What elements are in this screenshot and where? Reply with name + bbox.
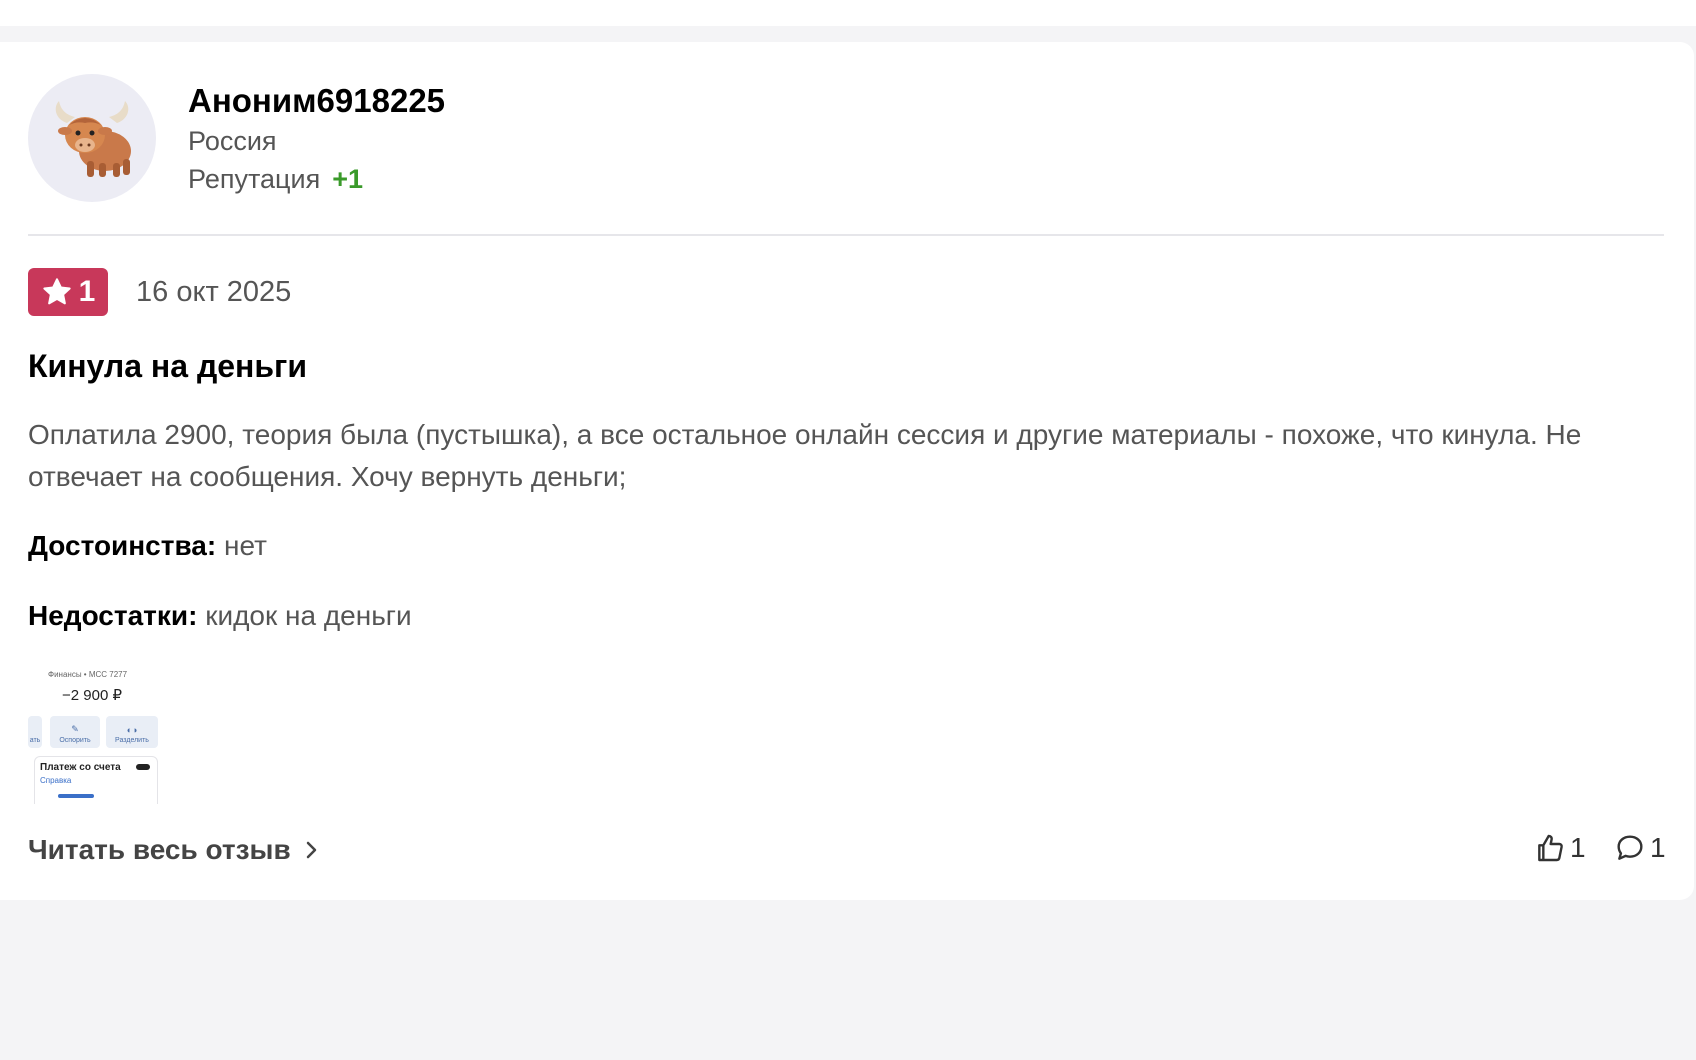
thumb-button-1: ать	[28, 716, 42, 748]
rating-value: 1	[78, 275, 96, 308]
thumb-pay-link: Справка	[40, 776, 72, 785]
comments-count: 1	[1650, 832, 1666, 863]
chevron-right-icon	[306, 841, 316, 859]
read-more-label: Читать весь отзыв	[28, 834, 291, 865]
pros-text: нет	[223, 530, 267, 561]
reputation-label: Репутация	[188, 164, 321, 194]
yak-emoji-icon	[55, 101, 131, 177]
like-button[interactable]: 1	[1534, 832, 1586, 864]
comment-icon	[1617, 835, 1643, 860]
attachment-thumbnail[interactable]: Финансы • МСС 7277 −2 900 ₽ ать ✎ Оспори…	[28, 666, 162, 804]
author-name[interactable]: Аноним6918225	[188, 82, 445, 120]
review-title[interactable]: Кинула на деньги	[28, 348, 307, 385]
pros-label: Достоинства:	[28, 530, 217, 561]
read-full-review-link[interactable]: Читать весь отзыв	[28, 834, 319, 866]
star-icon	[42, 278, 71, 305]
thumb-button-dispute: ✎ Оспорить	[50, 716, 100, 748]
comments-button[interactable]: 1	[1614, 832, 1666, 864]
top-strip	[0, 0, 1696, 26]
author-country: Россия	[188, 126, 277, 156]
thumb-button-1-label: ать	[29, 737, 41, 744]
thumb-pay-title: Платеж со счета	[40, 762, 121, 773]
divider	[28, 234, 1664, 236]
likes-count: 1	[1570, 832, 1586, 863]
review-card: Аноним6918225 Россия Репутация +1 1 16 ок…	[0, 42, 1694, 900]
thumbs-up-icon	[1538, 834, 1563, 862]
thumb-button-3-label: Разделить	[115, 737, 149, 744]
thumb-amount: −2 900 ₽	[62, 687, 123, 704]
thumb-meta: Финансы • МСС 7277	[48, 670, 128, 679]
cons-text: кидок на деньги	[205, 600, 412, 631]
thumb-pay-bar	[58, 794, 94, 798]
author-reputation: Репутация +1	[188, 164, 363, 195]
thumb-button-2-label: Оспорить	[59, 737, 91, 744]
rating-badge: 1	[28, 268, 108, 316]
review-pros: Достоинства: нет	[28, 530, 267, 562]
avatar[interactable]	[28, 74, 156, 202]
split-icon: ◐◑	[126, 725, 138, 735]
reputation-value: +1	[332, 164, 364, 194]
thumb-button-split: ◐◑ Разделить	[106, 716, 158, 748]
pin-icon: ✎	[71, 724, 79, 734]
review-date: 16 окт 2025	[136, 276, 292, 308]
thumb-pay-tag	[136, 764, 150, 770]
review-body: Оплатила 2900, теория была (пустышка), а…	[28, 419, 1582, 492]
cons-label: Недостатки:	[28, 600, 198, 631]
review-cons: Недостатки: кидок на деньги	[28, 600, 412, 632]
